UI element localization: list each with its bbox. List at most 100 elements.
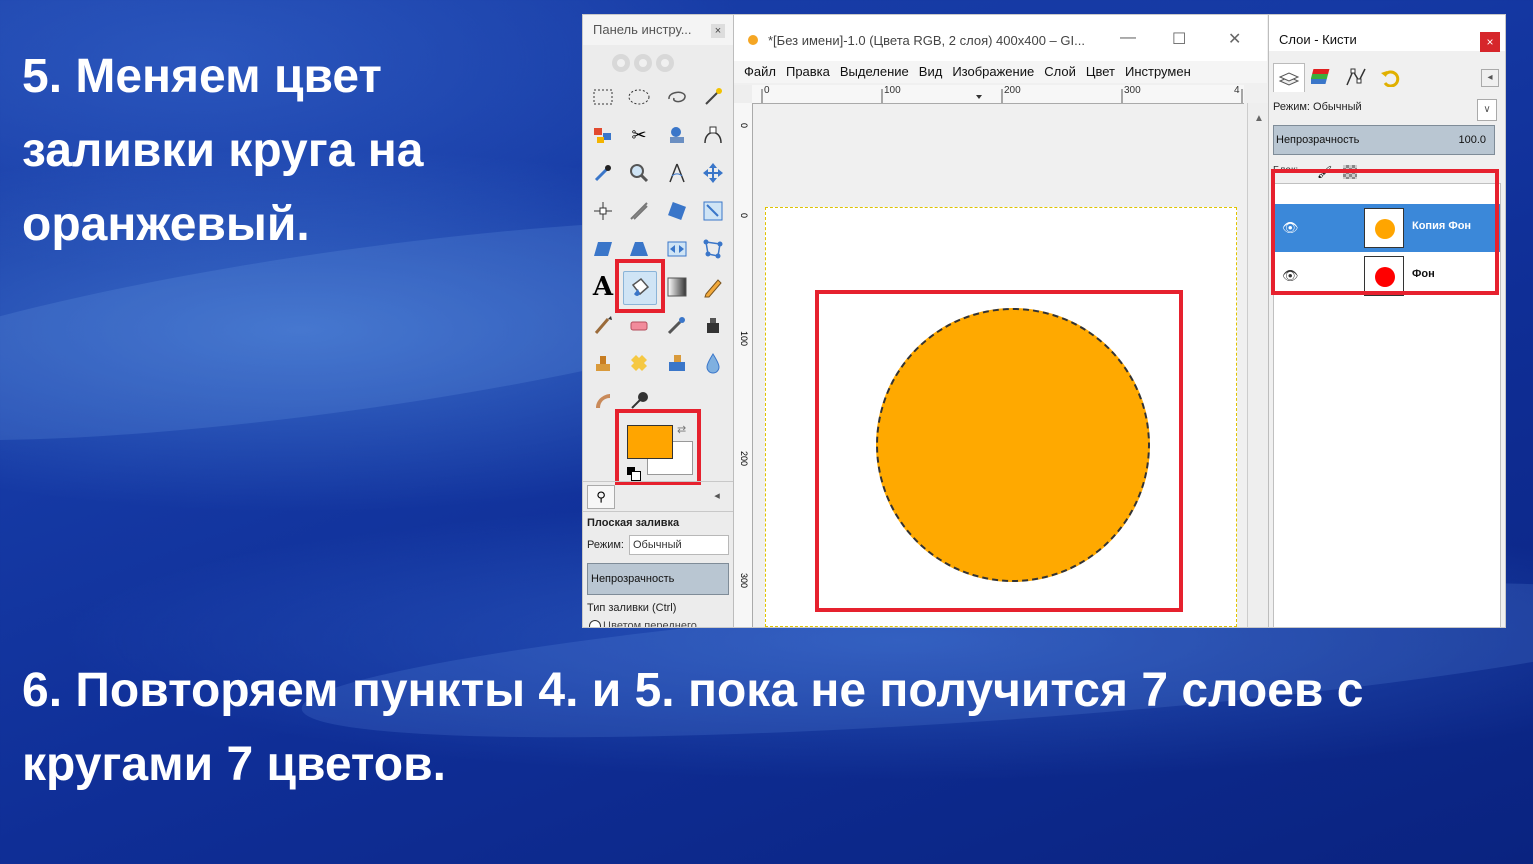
color-picker-icon[interactable] bbox=[589, 159, 617, 187]
vertical-ruler[interactable]: 0 0 100 200 300 bbox=[734, 103, 753, 627]
ruler-label: 0 bbox=[739, 213, 749, 219]
menu-layer[interactable]: Слой bbox=[1044, 64, 1076, 79]
layers-panel-menu-icon[interactable]: ◂ bbox=[1481, 69, 1499, 87]
channels-tab-icon[interactable] bbox=[1307, 63, 1337, 91]
paths-icon[interactable] bbox=[699, 121, 727, 149]
scroll-up-icon[interactable]: ▲ bbox=[1254, 113, 1264, 124]
menu-image[interactable]: Изображение bbox=[952, 64, 1034, 79]
layer-name[interactable]: Фон bbox=[1412, 268, 1435, 280]
fill-type-option[interactable]: Цветом переднего bbox=[603, 620, 697, 627]
menu-tools[interactable]: Инструмен bbox=[1125, 64, 1191, 79]
opacity-slider[interactable]: Непрозрачность bbox=[587, 563, 729, 595]
layer-name[interactable]: Копия Фон bbox=[1412, 220, 1471, 232]
smudge-icon[interactable] bbox=[589, 387, 617, 415]
eraser-icon[interactable] bbox=[625, 311, 653, 339]
airbrush-icon[interactable] bbox=[663, 311, 691, 339]
undo-history-tab-icon[interactable] bbox=[1375, 63, 1405, 91]
layer-mode-label[interactable]: Режим: Обычный bbox=[1273, 101, 1362, 113]
shear-icon[interactable] bbox=[589, 235, 617, 263]
pencil-icon[interactable] bbox=[699, 273, 727, 301]
canvas-area[interactable] bbox=[753, 104, 1246, 627]
scale-icon[interactable] bbox=[699, 197, 727, 225]
color-select-icon[interactable] bbox=[589, 121, 617, 149]
paths-tab-icon[interactable] bbox=[1341, 63, 1371, 91]
minimize-icon[interactable]: — bbox=[1120, 29, 1136, 47]
horizontal-ruler[interactable]: 0 100 200 300 4 bbox=[752, 85, 1244, 104]
color-swatches: ⇄ bbox=[623, 423, 693, 481]
eye-icon[interactable]: 👁 bbox=[1282, 220, 1302, 236]
rotate-icon[interactable] bbox=[663, 197, 691, 225]
layers-titlebar: Слои - Кисти × bbox=[1269, 15, 1505, 52]
layer-row[interactable]: 👁 Копия Фон bbox=[1274, 204, 1500, 252]
chevron-down-icon[interactable]: ∨ bbox=[1477, 99, 1497, 121]
perspective-icon[interactable] bbox=[625, 235, 653, 263]
text-tool-icon[interactable]: A bbox=[589, 272, 617, 302]
orange-circle[interactable] bbox=[876, 308, 1150, 582]
gimp-app-icon bbox=[748, 35, 758, 45]
scissors-icon[interactable]: ✂ bbox=[625, 121, 653, 149]
layers-panel: Слои - Кисти × ◂ Режим: Обычный ∨ Непроз… bbox=[1268, 15, 1505, 627]
foreground-color-swatch[interactable] bbox=[627, 425, 673, 459]
ink-icon[interactable] bbox=[699, 311, 727, 339]
divider bbox=[583, 511, 733, 512]
menu-bar: Файл Правка Выделение Вид Изображение Слой Цве… bbox=[734, 61, 1267, 83]
lock-pixels-icon[interactable]: 🖌 bbox=[1317, 165, 1332, 179]
menu-file[interactable]: Файл bbox=[744, 64, 776, 79]
crop-icon[interactable] bbox=[625, 197, 653, 225]
step-5-heading: 5. Меняем цвет заливки круга на оранжевы… bbox=[22, 50, 424, 251]
bucket-fill-icon[interactable] bbox=[623, 271, 657, 305]
ruler-label: 4 bbox=[1234, 85, 1240, 96]
cage-transform-icon[interactable] bbox=[699, 235, 727, 263]
ruler-corner[interactable] bbox=[734, 85, 753, 104]
toolbox-title: Панель инстру... bbox=[593, 22, 692, 37]
flip-icon[interactable] bbox=[663, 235, 691, 263]
dodge-burn-icon[interactable] bbox=[625, 387, 653, 415]
lock-alpha-icon[interactable] bbox=[1343, 165, 1357, 179]
menu-view[interactable]: Вид bbox=[919, 64, 943, 79]
swap-colors-icon[interactable]: ⇄ bbox=[677, 423, 686, 436]
move-icon[interactable] bbox=[699, 159, 727, 187]
rect-select-icon[interactable] bbox=[589, 83, 617, 111]
step-6-heading: 6. Повторяем пункты 4. и 5. пока не полу… bbox=[22, 664, 1364, 791]
close-icon[interactable]: ✕ bbox=[1228, 29, 1241, 49]
device-status-icon[interactable]: ⚲ bbox=[587, 485, 615, 509]
menu-edit[interactable]: Правка bbox=[786, 64, 830, 79]
paintbrush-icon[interactable] bbox=[589, 311, 617, 339]
fill-type-radio[interactable] bbox=[589, 620, 601, 627]
menu-color[interactable]: Цвет bbox=[1086, 64, 1115, 79]
fuzzy-select-icon[interactable] bbox=[699, 83, 727, 111]
foreground-select-icon[interactable] bbox=[663, 121, 691, 149]
zoom-icon[interactable] bbox=[625, 159, 653, 187]
layer-thumbnail bbox=[1364, 256, 1404, 296]
vertical-scrollbar[interactable]: ▲ bbox=[1247, 103, 1268, 627]
gradient-icon[interactable] bbox=[663, 273, 691, 301]
heal-icon[interactable] bbox=[625, 349, 653, 377]
image-window-titlebar: *[Без имени]-1.0 (Цвета RGB, 2 слоя) 400… bbox=[734, 15, 1267, 61]
layers-tab-icon[interactable] bbox=[1273, 63, 1305, 92]
maximize-icon[interactable]: ☐ bbox=[1172, 29, 1186, 49]
toolbox-panel: Панель инстру... × ✂ A ⇄ ⚲ ◂ Плоская зал… bbox=[583, 15, 734, 627]
ellipse-select-icon[interactable] bbox=[625, 83, 653, 111]
blur-icon[interactable] bbox=[699, 349, 727, 377]
lasso-icon[interactable] bbox=[663, 83, 691, 111]
measure-icon[interactable] bbox=[663, 159, 691, 187]
image-window: *[Без имени]-1.0 (Цвета RGB, 2 слоя) 400… bbox=[734, 15, 1268, 627]
mode-select[interactable]: Обычный bbox=[629, 535, 729, 555]
layers-close-button[interactable]: × bbox=[1480, 32, 1500, 52]
mode-label: Режим: bbox=[587, 539, 624, 551]
ruler-label: 300 bbox=[1124, 85, 1141, 96]
panel-menu-icon[interactable]: ◂ bbox=[707, 485, 727, 505]
align-icon[interactable] bbox=[589, 197, 617, 225]
ruler-label: 300 bbox=[739, 573, 749, 589]
image-canvas[interactable] bbox=[765, 207, 1237, 627]
toolbox-close-button[interactable]: × bbox=[711, 24, 725, 38]
layer-opacity-slider[interactable]: Непрозрачность 100.0 bbox=[1273, 125, 1495, 155]
layer-opacity-value: 100.0 bbox=[1458, 134, 1486, 146]
layers-list: 👁 Копия Фон 👁 Фон bbox=[1273, 183, 1501, 627]
eye-icon[interactable]: 👁 bbox=[1282, 268, 1302, 284]
clone-icon[interactable] bbox=[589, 349, 617, 377]
perspective-clone-icon[interactable] bbox=[663, 349, 691, 377]
layer-row[interactable]: 👁 Фон bbox=[1274, 252, 1500, 300]
lock-label: Блок: bbox=[1273, 165, 1299, 176]
menu-select[interactable]: Выделение bbox=[840, 64, 909, 79]
